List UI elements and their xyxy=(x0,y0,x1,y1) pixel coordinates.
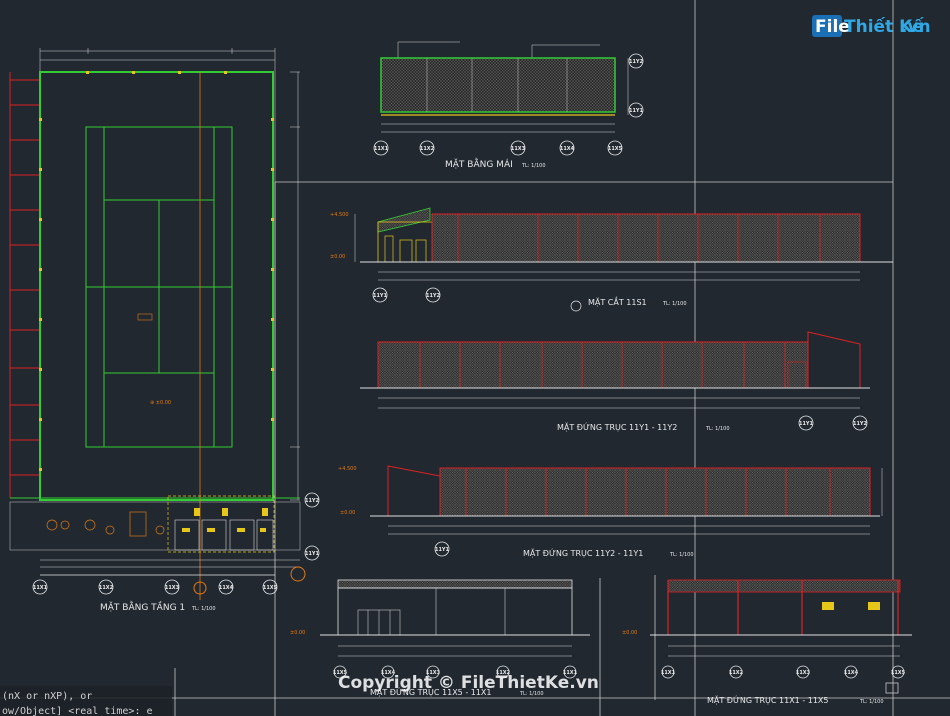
floor-axis-y2: 11Y2 xyxy=(305,498,320,504)
section-marker xyxy=(570,300,582,312)
cad-drawing-canvas[interactable]: ⊕ ±0.00 11X1 11X2 11X3 11X4 11X5 11Y2 11… xyxy=(0,0,950,716)
copyright-watermark: Copyright © FileThietKe.vn xyxy=(338,673,599,693)
command-line[interactable]: (nX or nXP), or ow/Object] <real time>: … xyxy=(0,686,172,716)
elev4-scale: TL: 1/100 xyxy=(859,699,884,705)
elev4-axis-x5: 11X5 xyxy=(891,670,906,676)
elev4-roof xyxy=(667,579,901,593)
elev2-level-top: +4.500 xyxy=(338,466,357,472)
elev3-level: ±0.00 xyxy=(290,630,305,636)
elev4-title: MẶT ĐỨNG TRỤC 11X1 - 11X5 xyxy=(707,694,829,706)
roof-plan-leaders xyxy=(397,41,600,58)
elev3-wall xyxy=(337,587,573,636)
roof-axis-y2: 11Y2 xyxy=(629,59,644,65)
floor-plan-title: MẶT BẰNG TẦNG 1 xyxy=(100,600,185,613)
elev2-mesh-wall xyxy=(439,467,871,517)
section-11s1[interactable]: 11Y1 11Y2 +4.500 ±0.00 MẶT CẮT 11S1 TL: … xyxy=(330,207,893,312)
brand-logo: File Thiết Kế .vn xyxy=(812,15,931,37)
floor-plan-service-block xyxy=(9,495,306,595)
logo-part3: .vn xyxy=(901,17,931,37)
elevation-y2-y1[interactable]: +4.500 ±0.00 11Y1 MẶT ĐỨNG TRỤC 11Y2 - 1… xyxy=(338,465,883,559)
floor-axis-x4: 11X4 xyxy=(219,585,234,591)
floor-plan[interactable]: ⊕ ±0.00 11X1 11X2 11X3 11X4 11X5 11Y2 11… xyxy=(9,48,320,613)
roof-axis-x2: 11X2 xyxy=(420,146,435,152)
section-mesh-wall xyxy=(431,213,861,263)
roof-mesh xyxy=(380,57,616,113)
elev1-service-room xyxy=(807,331,861,389)
elev4-sign-1 xyxy=(822,602,834,610)
section-level-base: ±0.00 xyxy=(330,254,345,260)
elev1-scale: TL: 1/100 xyxy=(705,426,730,432)
roof-plan-title: MẶT BẰNG MÁI xyxy=(445,157,513,170)
section-doors xyxy=(384,235,427,263)
elev2-level-base: ±0.00 xyxy=(340,510,355,516)
elev3-openings xyxy=(357,588,506,636)
fence-posts xyxy=(39,71,274,471)
floor-plan-top-dimensions xyxy=(39,48,276,72)
command-line-2[interactable]: ow/Object] <real time>: e xyxy=(2,706,153,716)
court-level-mark: ⊕ ±0.00 xyxy=(150,400,171,406)
elev2-title: MẶT ĐỨNG TRỤC 11Y2 - 11Y1 xyxy=(523,547,643,559)
elev4-sign-2 xyxy=(868,602,880,610)
elev1-dims xyxy=(378,397,860,409)
section-roof xyxy=(377,207,431,233)
floor-plan-right-dimensions xyxy=(274,71,300,501)
elev4-axis-x1: 11X1 xyxy=(661,670,676,676)
elev4-axis-x2: 11X2 xyxy=(729,670,744,676)
floor-plan-x-axes xyxy=(32,574,278,595)
elev1-axis-y1: 11Y1 xyxy=(799,421,814,427)
floor-axis-y1: 11Y1 xyxy=(305,551,320,557)
elev4-dims xyxy=(668,645,900,657)
elev4-axis-x3: 11X3 xyxy=(796,670,811,676)
section-axis-y2: 11Y2 xyxy=(426,293,441,299)
elevation-y1-y2[interactable]: 11Y1 11Y2 MẶT ĐỨNG TRỤC 11Y1 - 11Y2 TL: … xyxy=(360,331,870,433)
elev4-axis-x4: 11X4 xyxy=(844,670,859,676)
section-title: MẶT CẮT 11S1 xyxy=(588,295,647,308)
elev3-dims xyxy=(338,645,572,657)
roof-axis-x3: 11X3 xyxy=(511,146,526,152)
floor-plan-scale: TL: 1/100 xyxy=(191,606,216,612)
outer-fence xyxy=(39,71,274,501)
elev1-mesh-wall xyxy=(377,341,809,389)
floor-axis-x5: 11X5 xyxy=(263,585,278,591)
section-level-top: +4.500 xyxy=(330,212,349,218)
floor-axis-x2: 11X2 xyxy=(99,585,114,591)
roof-axis-x5: 11X5 xyxy=(608,146,623,152)
roof-axis-x4: 11X4 xyxy=(560,146,575,152)
court-level-tag xyxy=(137,313,153,321)
elev2-service-room xyxy=(387,465,441,517)
elev2-scale: TL: 1/100 xyxy=(669,552,694,558)
floor-axis-x1: 11X1 xyxy=(33,585,48,591)
roof-plan[interactable]: 11X1 11X2 11X3 11X4 11X5 11Y2 11Y1 MẶT B… xyxy=(373,41,644,170)
roof-plan-scale: TL: 1/100 xyxy=(521,163,546,169)
elev1-title: MẶT ĐỨNG TRỤC 11Y1 - 11Y2 xyxy=(557,421,677,433)
tennis-court xyxy=(85,126,233,448)
elev4-axes xyxy=(661,665,905,679)
elev1-axis-y2: 11Y2 xyxy=(853,421,868,427)
roof-axis-y1: 11Y1 xyxy=(629,108,644,114)
elev3-roof xyxy=(337,579,573,589)
command-line-1: (nX or nXP), or xyxy=(2,691,92,702)
elevation-x1-x5[interactable]: 11X1 11X2 11X3 11X4 11X5 ±0.00 MẶT ĐỨNG … xyxy=(622,579,912,706)
roof-axis-x1: 11X1 xyxy=(374,146,389,152)
floor-axis-x3: 11X3 xyxy=(165,585,180,591)
section-scale: TL: 1/100 xyxy=(662,301,687,307)
section-axis-y1: 11Y1 xyxy=(373,293,388,299)
elev4-level: ±0.00 xyxy=(622,630,637,636)
left-fence-posts xyxy=(9,72,40,498)
elev2-axis-y1: 11Y1 xyxy=(435,547,450,553)
